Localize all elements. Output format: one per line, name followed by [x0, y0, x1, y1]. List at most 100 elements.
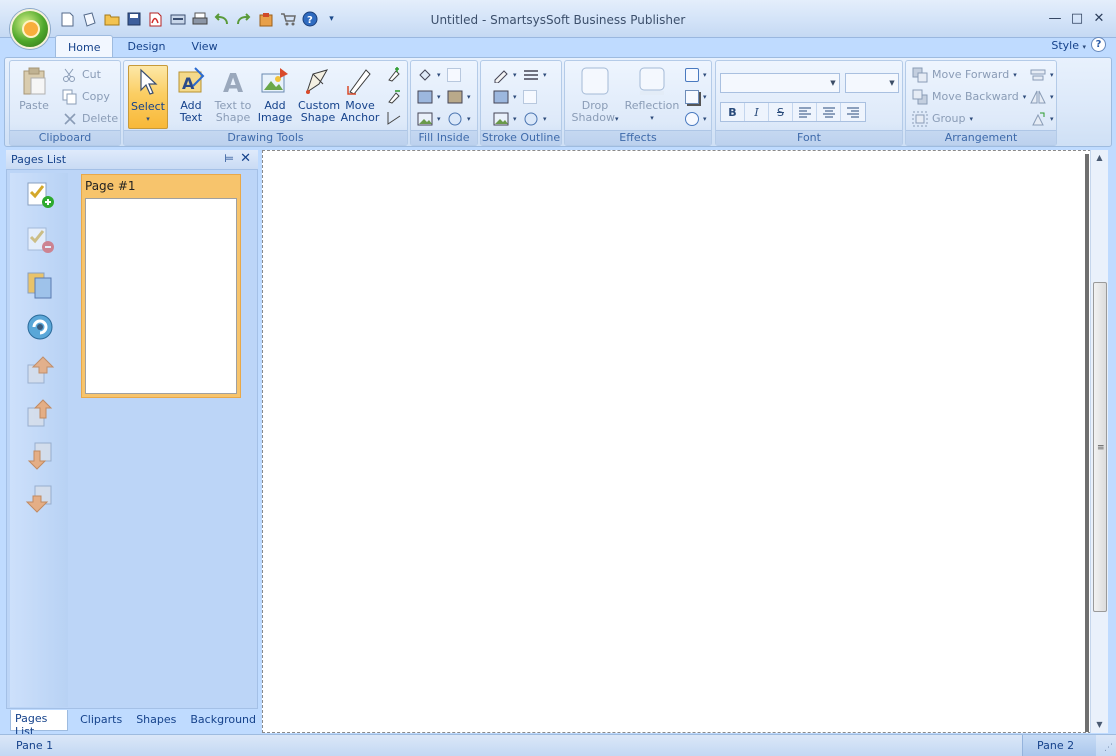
- window-title: Untitled - SmartsysSoft Business Publish…: [430, 13, 686, 27]
- effects-group-label: Effects: [565, 130, 711, 145]
- minimize-icon[interactable]: —: [1048, 10, 1062, 28]
- strikethrough-icon: S: [777, 105, 784, 119]
- effect-glow-button[interactable]: ▾: [685, 109, 707, 128]
- maximize-icon[interactable]: □: [1070, 10, 1084, 28]
- custom-shape-button[interactable]: Custom Shape: [298, 65, 340, 129]
- paste-button[interactable]: Paste: [14, 65, 54, 129]
- scroll-thumb[interactable]: ≡: [1093, 282, 1107, 612]
- reflection-button[interactable]: Reflection ▾: [623, 65, 681, 129]
- close-icon[interactable]: ✕: [240, 151, 251, 166]
- align-center-icon: [822, 107, 835, 118]
- square-shadow-icon: [685, 89, 699, 104]
- chevron-down-icon: ▼: [889, 79, 895, 87]
- stroke-picture-button[interactable]: ▾: [493, 109, 517, 128]
- texture-icon: [447, 89, 463, 105]
- fill-gradient-button[interactable]: ▾: [417, 87, 441, 106]
- tab-home[interactable]: Home: [55, 35, 114, 58]
- chevron-down-icon: ▾: [543, 70, 547, 79]
- pages-pane-title: Pages List: [11, 153, 67, 166]
- font-size-combo[interactable]: ▼: [845, 73, 899, 93]
- style-menu[interactable]: Style ▾: [1051, 39, 1086, 52]
- select-button[interactable]: Select ▾: [128, 65, 168, 129]
- rotate-button[interactable]: ▾: [1030, 109, 1054, 128]
- refresh-page-icon[interactable]: [24, 311, 56, 343]
- move-first-icon[interactable]: [24, 354, 56, 386]
- duplicate-page-icon[interactable]: [24, 269, 56, 301]
- stroke-weight-button[interactable]: ▾: [523, 65, 547, 84]
- add-anchor-button[interactable]: [386, 64, 402, 83]
- chevron-down-icon: ▾: [703, 92, 707, 101]
- italic-button[interactable]: I: [745, 103, 769, 121]
- add-image-button[interactable]: Add Image: [255, 65, 295, 129]
- tab-design[interactable]: Design: [115, 35, 177, 58]
- move-anchor-button[interactable]: Move Anchor: [340, 65, 380, 129]
- tab-pages-list[interactable]: Pages List: [10, 710, 69, 738]
- font-family-combo[interactable]: ▼: [720, 73, 840, 93]
- align-center-button[interactable]: [817, 103, 841, 121]
- chevron-down-icon: ▾: [513, 92, 517, 101]
- fill-pattern-button[interactable]: ▾: [447, 109, 471, 128]
- cut-button[interactable]: Cut: [62, 65, 101, 84]
- add-page-icon[interactable]: [24, 179, 56, 211]
- tab-background[interactable]: Background: [188, 710, 258, 731]
- delete-button[interactable]: Delete: [62, 109, 118, 128]
- pen-shape-icon: [303, 65, 333, 97]
- stroke-gradient-button[interactable]: ▾: [493, 87, 517, 106]
- page-thumbnail[interactable]: Page #1: [81, 174, 241, 398]
- chevron-down-icon: ▾: [437, 70, 441, 79]
- send-backward-icon: [912, 89, 928, 105]
- fill-texture-button[interactable]: ▾: [447, 87, 471, 106]
- convert-anchor-button[interactable]: [386, 108, 402, 127]
- move-down-icon[interactable]: [24, 440, 56, 472]
- group-objects-icon: [912, 111, 928, 127]
- fill-swatch-button[interactable]: [447, 65, 461, 84]
- stroke-swatch-button[interactable]: [523, 87, 537, 106]
- tab-view[interactable]: View: [179, 35, 229, 58]
- chevron-down-icon: ▾: [467, 92, 471, 101]
- move-forward-button[interactable]: Move Forward ▾: [912, 65, 1017, 84]
- drop-shadow-icon: [580, 65, 610, 97]
- scroll-down-icon[interactable]: ▼: [1091, 717, 1108, 733]
- fill-inside-group-label: Fill Inside: [411, 130, 477, 145]
- tab-cliparts[interactable]: Cliparts: [78, 710, 124, 731]
- move-last-icon[interactable]: [24, 483, 56, 515]
- stroke-pattern-button[interactable]: ▾: [523, 109, 547, 128]
- drop-shadow-button[interactable]: Drop Shadow▾: [569, 65, 621, 129]
- pin-icon[interactable]: ⊨: [224, 152, 234, 165]
- copy-button[interactable]: Copy: [62, 87, 110, 106]
- arrow-cursor-icon: [133, 66, 163, 98]
- remove-anchor-button[interactable]: [386, 86, 402, 105]
- bold-button[interactable]: B: [721, 103, 745, 121]
- text-to-shape-button[interactable]: A Text to Shape: [213, 65, 253, 129]
- group-button[interactable]: Group ▾: [912, 109, 973, 128]
- square-outline-icon: [685, 67, 699, 82]
- remove-page-icon[interactable]: [24, 224, 56, 256]
- stroke-color-button[interactable]: ▾: [493, 65, 517, 84]
- close-icon[interactable]: ✕: [1092, 10, 1106, 28]
- effect-outline-button[interactable]: ▾: [685, 65, 707, 84]
- move-up-icon[interactable]: [24, 397, 56, 429]
- pages-pane: Page #1: [6, 169, 258, 709]
- ribbon-help-icon[interactable]: ?: [1091, 37, 1106, 52]
- scroll-up-icon[interactable]: ▲: [1091, 150, 1108, 166]
- document-canvas[interactable]: [267, 154, 1085, 732]
- strikethrough-button[interactable]: S: [769, 103, 793, 121]
- flip-button[interactable]: ▾: [1030, 87, 1054, 106]
- fill-color-button[interactable]: ▾: [417, 65, 441, 84]
- add-image-line2: Image: [257, 111, 293, 124]
- resize-grip-icon[interactable]: ⋰: [1104, 743, 1113, 753]
- reflection-label: Reflection: [624, 99, 680, 112]
- application-menu-button[interactable]: [10, 9, 50, 49]
- picture-icon: [417, 111, 433, 127]
- group-arrangement: Move Forward ▾ Move Backward ▾ Group ▾ ▾ ▾ …: [905, 60, 1057, 146]
- vertical-scrollbar[interactable]: ▲ ≡ ▼: [1090, 150, 1108, 733]
- add-text-button[interactable]: A Add Text: [171, 65, 211, 129]
- move-backward-button[interactable]: Move Backward ▾: [912, 87, 1026, 106]
- pencil-icon: [493, 67, 509, 83]
- fill-picture-button[interactable]: ▾: [417, 109, 441, 128]
- align-objects-button[interactable]: ▾: [1030, 65, 1054, 84]
- align-right-button[interactable]: [841, 103, 865, 121]
- tab-shapes[interactable]: Shapes: [134, 710, 178, 731]
- align-left-button[interactable]: [793, 103, 817, 121]
- effect-shadow-button[interactable]: ▾: [685, 87, 707, 106]
